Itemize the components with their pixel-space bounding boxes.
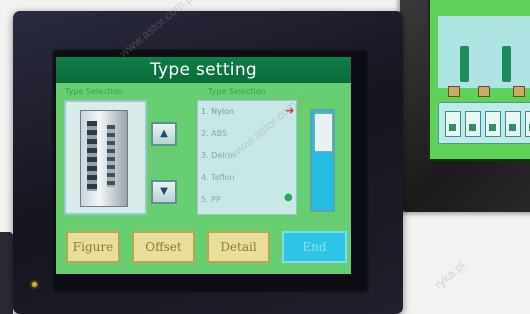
indicator-icon xyxy=(478,86,490,97)
triangle-up-icon: ▲ xyxy=(160,128,168,139)
cell-icon xyxy=(465,111,481,137)
product-image xyxy=(80,110,128,207)
hmi-screen: Type setting Type Selection Type Selecti… xyxy=(56,57,351,274)
check-icon: ● xyxy=(284,192,293,203)
cell-icon xyxy=(485,111,501,137)
level-bar-icon xyxy=(502,46,511,82)
detail-button[interactable]: Detail xyxy=(207,231,270,263)
scrollbar-thumb[interactable] xyxy=(314,113,333,152)
scroll-up-button[interactable]: ▲ xyxy=(151,122,177,146)
background-hmi-screen xyxy=(428,0,530,161)
figure-button[interactable]: Figure xyxy=(66,231,120,263)
triangle-down-icon: ▼ xyxy=(160,186,168,197)
indicator-icon xyxy=(448,86,460,97)
background-hmi-strip xyxy=(438,102,530,144)
indicator-icon xyxy=(513,86,525,97)
cell-icon xyxy=(525,111,530,137)
offset-button[interactable]: Offset xyxy=(132,231,195,263)
power-led-icon xyxy=(32,282,37,287)
level-bar-icon xyxy=(460,46,469,82)
end-button[interactable]: End xyxy=(282,231,347,263)
list-scrollbar[interactable] xyxy=(310,109,335,212)
device-edge xyxy=(0,232,13,314)
list-item[interactable]: 5. PP xyxy=(201,193,283,207)
scroll-down-button[interactable]: ▼ xyxy=(151,180,177,204)
background-hmi-device xyxy=(400,0,530,212)
screen-title: Type setting xyxy=(56,57,351,83)
cell-icon xyxy=(505,111,521,137)
image-header: Type Selection xyxy=(65,87,123,96)
type-image-panel xyxy=(64,100,147,215)
cell-icon xyxy=(445,111,461,137)
watermark: ryka.pl xyxy=(431,258,468,292)
background-hmi-panel xyxy=(438,16,530,97)
list-header: Type Selection xyxy=(208,87,266,96)
list-item[interactable]: 4. Teflon xyxy=(201,171,283,185)
